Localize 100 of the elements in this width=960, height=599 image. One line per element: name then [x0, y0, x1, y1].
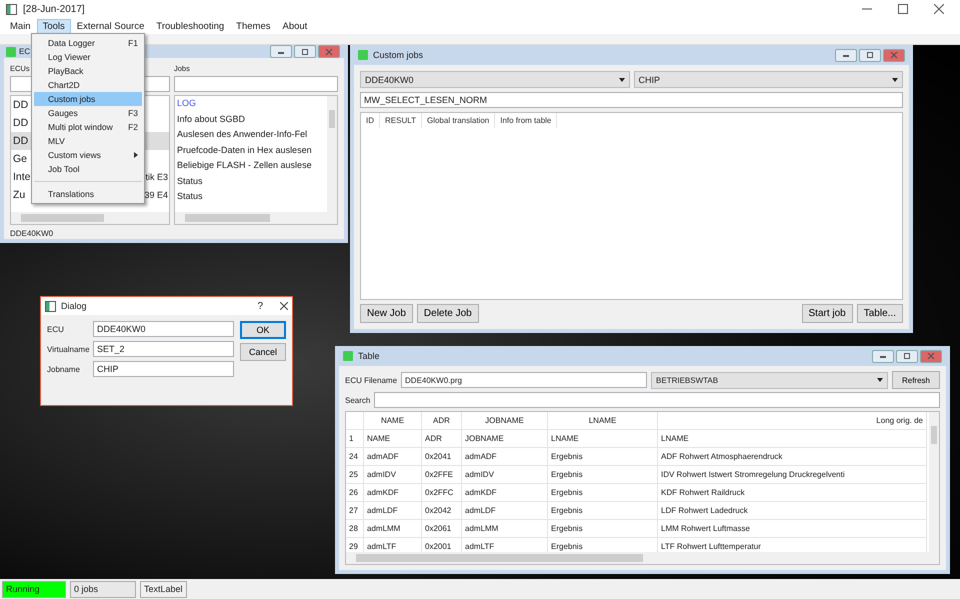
dropdown-caret-icon [618, 78, 624, 82]
menu-item[interactable]: PlayBack [32, 64, 144, 78]
table-cell: Ergebnis [548, 466, 658, 483]
menu-item[interactable]: Custom jobs [34, 92, 142, 106]
action-button[interactable]: Start job [802, 304, 853, 323]
menu-item[interactable]: Job Tool [32, 162, 144, 176]
status-field: TextLabel [140, 580, 187, 598]
table-cell: 0x2FFE [422, 466, 462, 483]
table-dropdown[interactable]: BETRIEBSWTAB [651, 372, 888, 388]
close-icon [325, 48, 333, 54]
app-icon [6, 46, 16, 56]
minimize-icon [879, 353, 887, 359]
table-cell: admLMM [462, 520, 548, 537]
minimize-button[interactable] [872, 350, 894, 362]
job-item[interactable]: Pruefcode-Daten in Hex auslesen [175, 142, 327, 158]
table-cell: Ergebnis [548, 502, 658, 519]
refresh-button[interactable]: Refresh [892, 371, 940, 389]
app-icon [343, 351, 353, 361]
job-item[interactable]: Beliebige FLASH - Zellen auslese [175, 158, 327, 174]
input-field[interactable]: CHIP [93, 361, 234, 377]
action-button[interactable]: Table... [856, 304, 903, 323]
job-button[interactable]: New Job [360, 304, 413, 323]
maximize-button[interactable] [859, 48, 881, 62]
menu-item[interactable]: MLV [32, 134, 144, 148]
menu-item[interactable]: External Source [70, 18, 150, 34]
close-button[interactable] [318, 45, 340, 58]
scrollbar[interactable] [327, 96, 337, 212]
window-title: [28-Jun-2017] [23, 4, 86, 14]
column-header[interactable]: Info from table [495, 113, 558, 128]
field-label: ECU Filename [345, 376, 398, 384]
column-header[interactable]: RESULT [380, 113, 422, 128]
table-cell: LNAME [658, 430, 927, 447]
minimize-button[interactable] [270, 45, 292, 58]
job-dropdown[interactable]: CHIP [634, 71, 903, 88]
job-item[interactable]: Status [175, 174, 327, 189]
job-item[interactable]: Info about SGBD [175, 112, 327, 127]
window-title: Custom jobs [373, 50, 424, 60]
dialog-button[interactable]: OK [240, 321, 286, 339]
input-field[interactable]: DDE40KW0 [93, 321, 234, 337]
table-cell: 0x2061 [422, 520, 462, 537]
app-icon [358, 50, 368, 60]
column-header[interactable]: ADR [422, 412, 462, 429]
column-header[interactable]: NAME [364, 412, 422, 429]
scrollbar[interactable] [929, 412, 939, 552]
close-icon[interactable] [280, 302, 288, 310]
menu-item[interactable]: Log Viewer [32, 50, 144, 64]
field-label: Virtualname [47, 344, 91, 354]
result-field[interactable]: MW_SELECT_LESEN_NORM [360, 92, 903, 108]
column-header[interactable]: JOBNAME [462, 412, 548, 429]
menu-item[interactable]: Tools [36, 18, 71, 34]
close-icon[interactable] [934, 4, 944, 14]
close-button[interactable] [920, 350, 942, 362]
maximize-icon [866, 52, 874, 58]
menu-item[interactable]: About [276, 18, 314, 34]
column-header[interactable]: Global translation [422, 113, 496, 128]
scrollbar[interactable] [11, 212, 169, 224]
help-button[interactable]: ? [245, 300, 275, 312]
table-cell: admLMM [364, 520, 422, 537]
dialog-button[interactable]: Cancel [240, 343, 286, 361]
submenu-arrow-icon [134, 152, 138, 158]
column-header[interactable]: LNAME [548, 412, 658, 429]
table-cell: admKDF [462, 484, 548, 501]
status-field: 0 jobs [70, 580, 136, 598]
maximize-icon[interactable] [898, 4, 908, 14]
menu-item[interactable]: Gauges F3 [32, 106, 144, 120]
window-title: Table [358, 351, 381, 361]
close-button[interactable] [883, 48, 905, 62]
menu-item[interactable]: Translations [32, 187, 144, 201]
menu-item[interactable]: Multi plot window F2 [32, 120, 144, 134]
close-icon [890, 52, 898, 58]
column-header[interactable]: ID [361, 113, 380, 128]
input-field[interactable]: SET_2 [93, 341, 234, 357]
filename-field[interactable]: DDE40KW0.prg [401, 372, 648, 388]
menu-item[interactable]: Main [4, 18, 37, 34]
dropdown-caret-icon [892, 78, 898, 82]
table-cell: ADR [422, 430, 462, 447]
menu-item[interactable]: Data Logger F1 [32, 36, 144, 50]
row-number: 25 [346, 466, 364, 483]
column-header[interactable]: Long orig. de [658, 412, 927, 429]
job-item[interactable]: Auslesen des Anwender-Info-Fel [175, 127, 327, 142]
maximize-button[interactable] [896, 350, 918, 362]
job-button[interactable]: Delete Job [416, 304, 479, 323]
scrollbar[interactable] [175, 212, 337, 224]
scrollbar[interactable] [346, 552, 939, 564]
job-item[interactable]: LOG [175, 96, 327, 112]
dropdown-caret-icon [877, 378, 883, 382]
ecu-dropdown[interactable]: DDE40KW0 [360, 71, 630, 88]
search-field[interactable] [374, 392, 940, 408]
maximize-button[interactable] [294, 45, 316, 58]
table-cell: IDV Rohwert Istwert Stromregelung Druckregelventi [658, 466, 927, 483]
field-label: Jobname [47, 364, 81, 374]
minimize-button[interactable] [835, 48, 857, 62]
menu-item[interactable]: Troubleshooting [150, 18, 230, 34]
menu-item[interactable]: Themes [230, 18, 276, 34]
menu-item[interactable]: Custom views [32, 148, 144, 162]
menu-item[interactable]: Chart2D [32, 78, 144, 92]
row-number: 26 [346, 484, 364, 501]
job-item[interactable]: Status [175, 189, 327, 204]
filter-field[interactable] [174, 76, 338, 92]
row-number: 24 [346, 448, 364, 465]
